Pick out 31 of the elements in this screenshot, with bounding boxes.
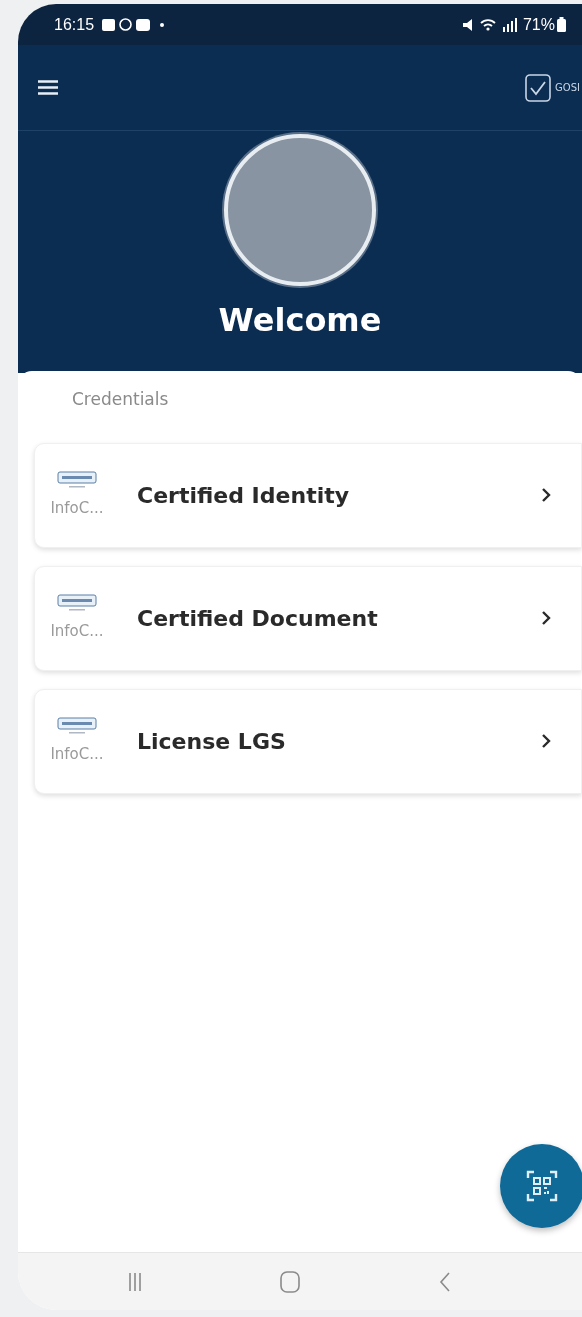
chevron-right-icon [541, 487, 551, 503]
menu-icon [38, 80, 58, 95]
battery-percent: 71% [522, 14, 555, 35]
dot-icon [160, 22, 165, 27]
credential-title: Certified Document [137, 604, 379, 633]
issuer-name: InfoC... [50, 620, 104, 642]
credential-title: License LGS [137, 727, 287, 756]
credential-card[interactable]: InfoC... Certified Document [34, 565, 582, 671]
battery-icon [557, 17, 566, 32]
issuer-logo [57, 716, 97, 737]
home-icon [280, 1270, 300, 1293]
credential-title: Certified Identity [137, 481, 351, 510]
issuer-logo [57, 470, 97, 491]
credential-card[interactable]: InfoC... Certified Identity [34, 442, 582, 548]
checkbox-logo-icon [525, 73, 552, 102]
issuer-logo [57, 593, 97, 614]
status-time: 16:15 [54, 14, 95, 35]
qr-scan-icon [526, 1170, 558, 1202]
back-icon [439, 1270, 452, 1293]
section-title: Credentials [72, 388, 170, 411]
brand-text: GOSI [555, 81, 580, 95]
chevron-right-icon [541, 733, 551, 749]
issuer-name: InfoC... [50, 497, 104, 519]
chevron-right-icon [541, 610, 551, 626]
welcome-title: Welcome [218, 300, 382, 341]
scan-qr-button[interactable] [500, 1144, 582, 1228]
menu-button[interactable] [38, 79, 58, 96]
issuer-name: InfoC... [50, 743, 104, 765]
credential-card[interactable]: InfoC... License LGS [34, 688, 582, 794]
recent-apps-icon [127, 1271, 142, 1292]
home-button[interactable] [278, 1269, 302, 1294]
